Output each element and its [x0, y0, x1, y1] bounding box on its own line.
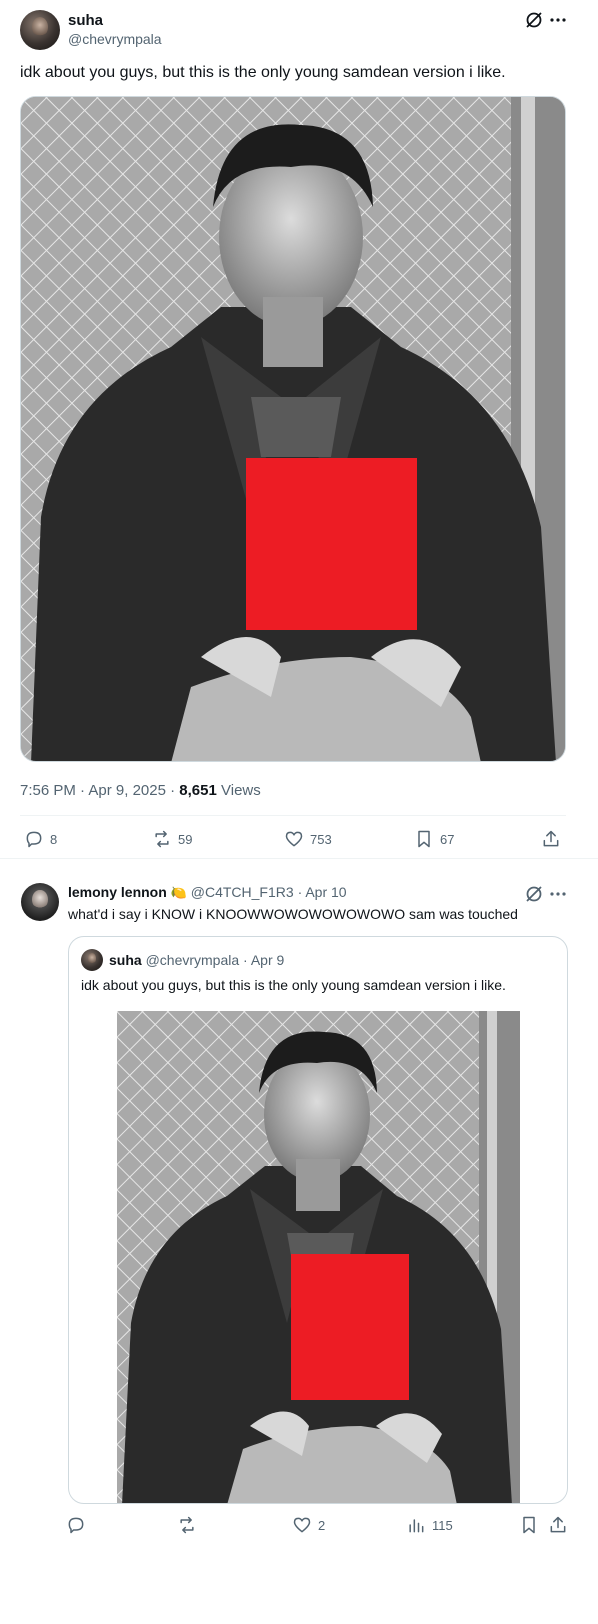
redaction-box: [246, 458, 417, 630]
quote-text: idk about you guys, but this is the only…: [81, 977, 506, 993]
reply-text: what'd i say i KNOW i KNOOWWOWOWOWOWOWO …: [68, 906, 518, 922]
repost-count: 59: [178, 831, 193, 847]
reply-icon: [68, 1517, 84, 1534]
author-name[interactable]: suha: [68, 12, 103, 29]
repost-icon: [155, 830, 169, 848]
reply-author-handle[interactable]: @C4TCH_F1R3: [191, 884, 294, 900]
reply-author-name[interactable]: lemony lennon: [68, 884, 167, 900]
like-count: 2: [318, 1517, 326, 1533]
more-icon[interactable]: [548, 10, 568, 30]
like-button[interactable]: 2: [292, 1515, 325, 1535]
share-button[interactable]: [548, 1515, 568, 1535]
share-icon: [543, 830, 559, 847]
reply-author-emoji: 🍋: [170, 885, 187, 900]
post-date[interactable]: Apr 9, 2025: [88, 782, 166, 799]
like-count: 753: [310, 831, 332, 847]
author-avatar[interactable]: [20, 10, 60, 50]
more-icon[interactable]: [548, 884, 568, 904]
quote-card[interactable]: suha @chevrympala · Apr 9 idk about you …: [68, 936, 568, 1504]
repost-icon: [180, 1516, 194, 1534]
post-photo[interactable]: [20, 96, 566, 762]
bookmark-icon: [418, 830, 430, 848]
main-post: suha @chevrympala idk about you guys, bu…: [0, 0, 598, 860]
bookmark-button[interactable]: 67: [414, 829, 454, 849]
author-handle[interactable]: @chevrympala: [68, 31, 162, 47]
quote-avatar: [81, 949, 103, 971]
grok-icon[interactable]: [524, 884, 544, 904]
redaction-box: [291, 1254, 409, 1400]
reply-header: lemony lennon 🍋 @C4TCH_F1R3 · Apr 10: [68, 884, 347, 900]
reply-avatar[interactable]: [21, 883, 59, 921]
post-time[interactable]: 7:56 PM: [20, 782, 76, 799]
quote-author-handle: @chevrympala: [145, 952, 240, 968]
reply-icon: [26, 831, 42, 848]
bookmark-count: 67: [440, 831, 455, 847]
reply-count: 8: [50, 831, 58, 847]
views-button[interactable]: 115: [406, 1515, 453, 1535]
like-button[interactable]: 753: [284, 829, 332, 849]
like-icon: [285, 831, 303, 847]
grok-icon[interactable]: [524, 10, 544, 30]
post-text: idk about you guys, but this is the only…: [20, 64, 506, 81]
quote-photo[interactable]: [117, 1011, 520, 1503]
divider: [20, 815, 566, 816]
reply-post: lemony lennon 🍋 @C4TCH_F1R3 · Apr 10 wha…: [0, 870, 598, 1624]
views-icon: [409, 1519, 424, 1533]
reply-button[interactable]: 8: [24, 829, 57, 849]
views-count: 115: [432, 1517, 453, 1533]
bookmark-icon: [523, 1516, 535, 1534]
share-icon: [550, 1516, 566, 1533]
share-button[interactable]: [541, 829, 561, 849]
like-icon: [293, 1517, 311, 1533]
repost-button[interactable]: 59: [152, 829, 192, 849]
reply-date[interactable]: Apr 10: [305, 884, 346, 900]
views-count: 8,651: [179, 782, 217, 799]
quote-header: suha @chevrympala · Apr 9: [109, 952, 285, 968]
quote-author-name: suha: [109, 952, 142, 968]
section-gap: [0, 858, 598, 870]
views-label: Views: [221, 782, 261, 799]
quote-date: Apr 9: [250, 952, 285, 968]
reply-button[interactable]: [66, 1515, 92, 1535]
post-meta: 7:56 PM · Apr 9, 2025 · 8,651 Views: [20, 782, 261, 799]
bookmark-button[interactable]: [519, 1515, 539, 1535]
repost-button[interactable]: [177, 1515, 203, 1535]
